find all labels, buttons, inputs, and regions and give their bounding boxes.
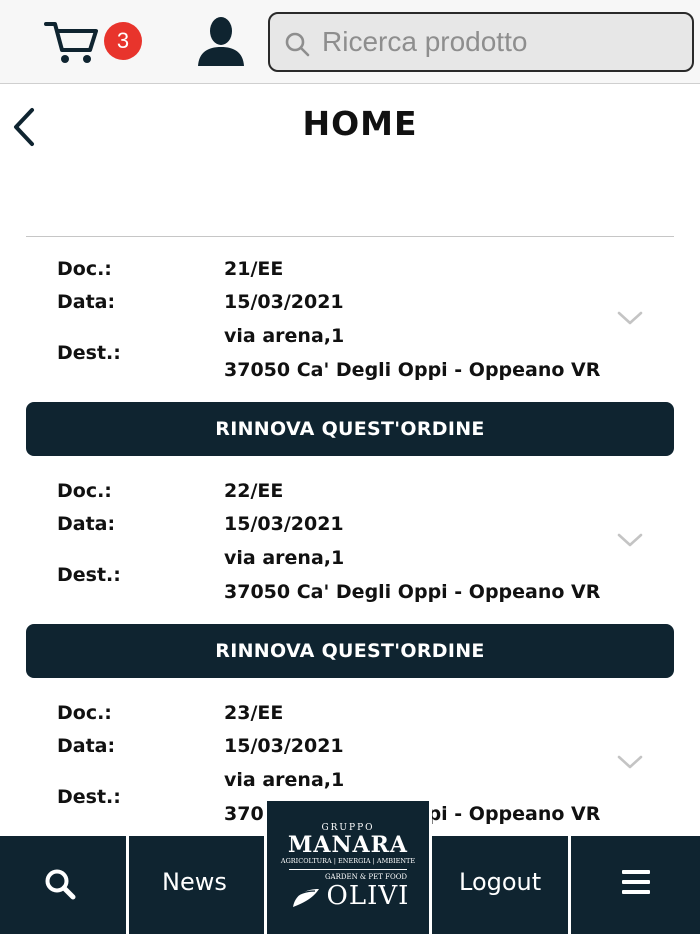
address-line1: via arena,1 bbox=[224, 769, 345, 791]
dest-label: Dest.: bbox=[57, 786, 121, 808]
address-line2: 37050 Ca' Degli Oppi - Oppeano VR bbox=[224, 581, 601, 603]
date-label: Data: bbox=[57, 735, 116, 757]
nav-logout-button[interactable]: Logout bbox=[435, 836, 568, 934]
top-bar: 3 bbox=[0, 0, 700, 84]
order-item: Doc.: 21/EE Data: 15/03/2021 Dest.: via … bbox=[0, 236, 700, 458]
logo-divider bbox=[289, 869, 407, 870]
logo-olivi-tagline: GARDEN & PET FOOD bbox=[324, 873, 408, 881]
search-input[interactable] bbox=[322, 20, 682, 64]
date-label: Data: bbox=[57, 513, 116, 535]
nav-news-button[interactable]: News bbox=[129, 836, 264, 934]
orders-list: Doc.: 21/EE Data: 15/03/2021 Dest.: via … bbox=[0, 236, 700, 832]
address-line1: via arena,1 bbox=[224, 325, 345, 347]
renew-order-button[interactable]: RINNOVA QUEST'ORDINE bbox=[26, 624, 674, 678]
nav-menu-button[interactable] bbox=[571, 836, 700, 934]
nav-search-button[interactable] bbox=[0, 836, 126, 934]
hamburger-menu-icon bbox=[622, 870, 650, 894]
order-item: Doc.: 22/EE Data: 15/03/2021 Dest.: via … bbox=[0, 458, 700, 680]
address-line2: 37050 Ca' Degli Oppi - Oppeano VR bbox=[224, 359, 601, 381]
logo-manara-tagline: AGRICOLTURA | ENERGIA | AMBIENTE bbox=[280, 857, 416, 865]
chevron-down-icon[interactable] bbox=[616, 754, 644, 770]
nav-logout-label: Logout bbox=[459, 868, 542, 896]
nav-news-label: News bbox=[162, 868, 227, 896]
date-label: Data: bbox=[57, 291, 116, 313]
cart-count-badge: 3 bbox=[104, 22, 142, 60]
cart-button[interactable]: 3 bbox=[40, 16, 150, 68]
doc-number: 22/EE bbox=[224, 480, 284, 502]
renew-order-button[interactable]: RINNOVA QUEST'ORDINE bbox=[26, 402, 674, 456]
logo-olivi-text: OLIVI bbox=[326, 881, 410, 911]
doc-label: Doc.: bbox=[57, 480, 112, 502]
dest-label: Dest.: bbox=[57, 342, 121, 364]
page-title: HOME bbox=[302, 104, 418, 143]
order-date: 15/03/2021 bbox=[224, 735, 344, 757]
search-icon bbox=[45, 869, 76, 900]
search-bar bbox=[268, 12, 694, 72]
doc-label: Doc.: bbox=[57, 702, 112, 724]
order-date: 15/03/2021 bbox=[224, 291, 344, 313]
chevron-down-icon[interactable] bbox=[616, 532, 644, 548]
user-account-button[interactable] bbox=[196, 14, 246, 68]
search-icon bbox=[285, 32, 310, 57]
logo-manara-text: MANARA bbox=[288, 832, 408, 858]
company-logo[interactable]: GRUPPO MANARA AGRICOLTURA | ENERGIA | AM… bbox=[264, 801, 432, 934]
doc-number: 23/EE bbox=[224, 702, 284, 724]
cart-icon bbox=[44, 22, 98, 63]
order-date: 15/03/2021 bbox=[224, 513, 344, 535]
user-icon bbox=[198, 17, 244, 66]
doc-number: 21/EE bbox=[224, 258, 284, 280]
dest-label: Dest.: bbox=[57, 564, 121, 586]
chevron-down-icon[interactable] bbox=[616, 310, 644, 326]
doc-label: Doc.: bbox=[57, 258, 112, 280]
address-line1: via arena,1 bbox=[224, 547, 345, 569]
